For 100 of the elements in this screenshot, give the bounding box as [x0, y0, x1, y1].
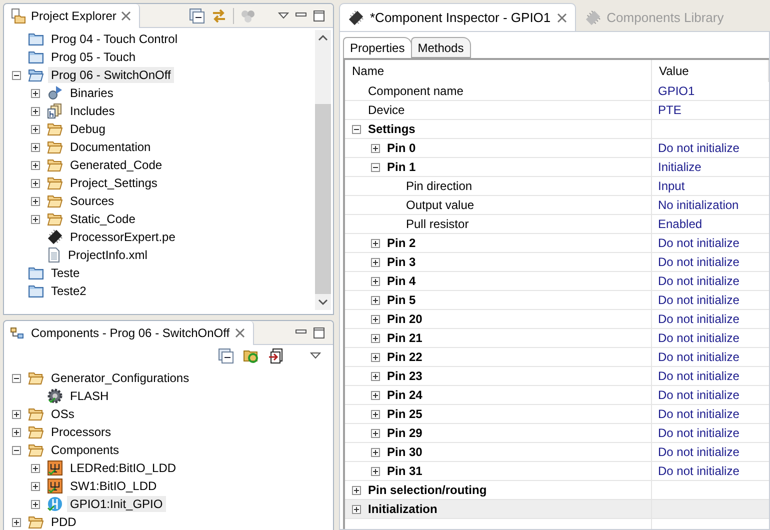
property-value[interactable]: Do not initialize	[658, 236, 740, 250]
scrollbar[interactable]	[315, 30, 331, 310]
expand-icon[interactable]	[371, 448, 380, 456]
property-row[interactable]: Pin 30 Do not initialize	[345, 443, 769, 462]
property-row[interactable]: Pin 29 Do not initialize	[345, 424, 769, 443]
expand-icon[interactable]	[31, 124, 40, 134]
maximize-icon[interactable]	[313, 326, 325, 338]
property-value[interactable]: Do not initialize	[658, 141, 740, 155]
property-value[interactable]: Do not initialize	[658, 426, 740, 440]
editor-tab[interactable]: *Component Inspector - GPIO1	[339, 3, 576, 31]
property-value[interactable]: No initialization	[658, 198, 739, 212]
expand-icon[interactable]	[12, 410, 21, 418]
tree-item[interactable]: Sources	[67, 193, 118, 209]
collapse-all-icon[interactable]	[218, 348, 234, 364]
tree-item[interactable]: LEDRed:BitIO_LDD	[67, 460, 180, 476]
collapse-all-icon[interactable]	[189, 8, 205, 24]
expand-icon[interactable]	[352, 504, 361, 514]
expand-icon[interactable]	[371, 390, 380, 400]
expand-icon[interactable]	[371, 276, 380, 286]
property-row[interactable]: Pin direction Input	[345, 177, 769, 196]
expand-icon[interactable]	[371, 144, 380, 152]
property-value[interactable]: Do not initialize	[658, 331, 740, 345]
components-view-tab[interactable]: Components - Prog 06 - SwitchOnOff	[4, 321, 254, 345]
property-row[interactable]: Pin 25 Do not initialize	[345, 405, 769, 424]
expand-icon[interactable]	[371, 428, 380, 438]
expand-icon[interactable]	[371, 314, 380, 324]
expand-icon[interactable]	[371, 334, 380, 342]
close-icon[interactable]	[121, 11, 132, 21]
tree-item[interactable]: GPIO1:Init_GPIO	[67, 496, 166, 512]
property-value[interactable]: Input	[658, 179, 685, 193]
expand-icon[interactable]	[12, 428, 21, 436]
expand-icon[interactable]	[31, 178, 40, 188]
property-value[interactable]: Do not initialize	[658, 445, 740, 459]
close-icon[interactable]	[234, 328, 245, 338]
property-row[interactable]: Pin 22 Do not initialize	[345, 348, 769, 367]
property-row[interactable]: Pin 2 Do not initialize	[345, 234, 769, 253]
tree-item[interactable]: Generator_Configurations	[48, 370, 192, 386]
property-row[interactable]: Pin selection/routing	[345, 481, 769, 500]
property-row[interactable]: Pin 23 Do not initialize	[345, 367, 769, 386]
export-icon[interactable]	[268, 348, 284, 364]
collapse-icon[interactable]	[12, 70, 21, 80]
expand-icon[interactable]	[371, 372, 380, 380]
property-row[interactable]: Settings	[345, 120, 769, 139]
property-row[interactable]: Pin 21 Do not initialize	[345, 329, 769, 348]
property-value[interactable]: Enabled	[658, 217, 702, 231]
collapse-icon[interactable]	[352, 124, 361, 134]
scrollbar-thumb[interactable]	[315, 104, 331, 294]
inspector-tab[interactable]: Properties	[343, 37, 412, 58]
tree-item[interactable]: Prog 04 - Touch Control	[48, 31, 181, 47]
expand-icon[interactable]	[352, 486, 361, 494]
collapse-icon[interactable]	[371, 162, 380, 172]
expand-icon[interactable]	[371, 466, 380, 476]
property-row[interactable]: Pull resistor Enabled	[345, 215, 769, 234]
property-value[interactable]: PTE	[658, 103, 682, 117]
expand-icon[interactable]	[31, 88, 40, 98]
expand-icon[interactable]	[371, 410, 380, 418]
view-menu-icon[interactable]	[278, 12, 289, 20]
tree-item[interactable]: Prog 06 - SwitchOnOff	[48, 67, 174, 83]
property-row[interactable]: Pin 3 Do not initialize	[345, 253, 769, 272]
tree-item[interactable]: Teste2	[48, 283, 90, 299]
project-explorer-tab[interactable]: Project Explorer	[4, 4, 140, 28]
tree-item[interactable]: ProcessorExpert.pe	[67, 229, 178, 245]
property-row[interactable]: Pin 0 Do not initialize	[345, 139, 769, 158]
property-row[interactable]: Output value No initialization	[345, 196, 769, 215]
tree-item[interactable]: Prog 05 - Touch	[48, 49, 138, 65]
tree-item[interactable]: Generated_Code	[67, 157, 166, 173]
property-value[interactable]: Do not initialize	[658, 274, 740, 288]
property-row[interactable]: Device PTE	[345, 101, 769, 120]
refresh-folder-icon[interactable]	[243, 348, 259, 364]
property-row[interactable]: Pin 20 Do not initialize	[345, 310, 769, 329]
property-row[interactable]: Initialization	[345, 500, 769, 519]
expand-icon[interactable]	[31, 142, 40, 152]
expand-icon[interactable]	[31, 214, 40, 224]
property-value[interactable]: Do not initialize	[658, 388, 740, 402]
tree-item[interactable]: Static_Code	[67, 211, 138, 227]
expand-icon[interactable]	[31, 106, 40, 116]
tree-item[interactable]: Project_Settings	[67, 175, 160, 191]
expand-icon[interactable]	[371, 352, 380, 362]
property-row[interactable]: Pin 1 Initialize	[345, 158, 769, 177]
tree-item[interactable]: Documentation	[67, 139, 154, 155]
property-value[interactable]: GPIO1	[658, 84, 695, 98]
expand-icon[interactable]	[31, 500, 40, 508]
property-row[interactable]: Pin 24 Do not initialize	[345, 386, 769, 405]
tree-item[interactable]: Teste	[48, 265, 83, 281]
expand-icon[interactable]	[31, 196, 40, 206]
tree-item[interactable]: PDD	[48, 514, 80, 530]
tree-item[interactable]: OSs	[48, 406, 78, 422]
property-value[interactable]: Do not initialize	[658, 369, 740, 383]
expand-icon[interactable]	[31, 464, 40, 472]
collapse-icon[interactable]	[12, 374, 21, 382]
expand-icon[interactable]	[31, 160, 40, 170]
tree-item[interactable]: FLASH	[67, 388, 112, 404]
expand-icon[interactable]	[371, 258, 380, 266]
property-row[interactable]: Pin 4 Do not initialize	[345, 272, 769, 291]
property-value[interactable]: Do not initialize	[658, 312, 740, 326]
property-row[interactable]: Component name GPIO1	[345, 82, 769, 101]
tree-item[interactable]: ProjectInfo.xml	[65, 247, 150, 263]
property-value[interactable]: Do not initialize	[658, 407, 740, 421]
property-row[interactable]: Pin 5 Do not initialize	[345, 291, 769, 310]
maximize-icon[interactable]	[313, 10, 325, 22]
